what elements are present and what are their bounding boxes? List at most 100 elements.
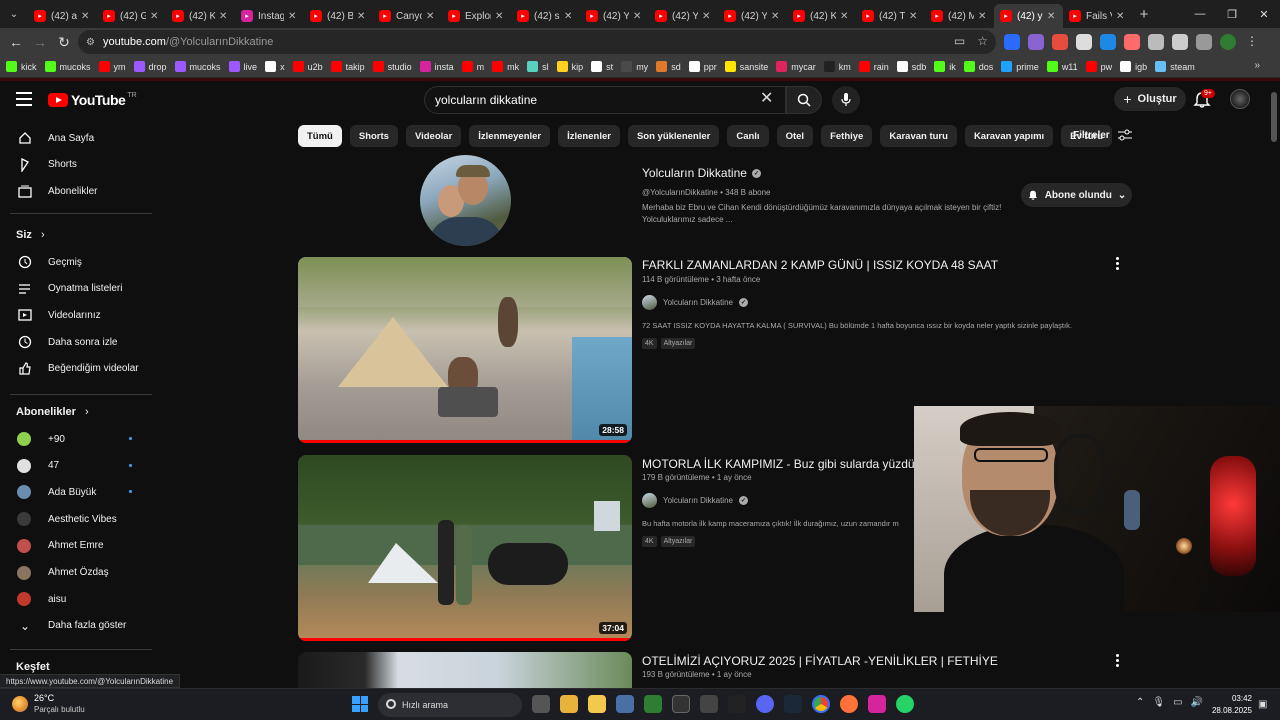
bookmark-item[interactable]: drop	[133, 61, 167, 72]
chrome-icon[interactable]	[812, 695, 830, 713]
filter-chip[interactable]: Karavan turu	[880, 125, 957, 147]
address-bar[interactable]: ⚙ youtube.com/@YolcularınDikkatine ▭ ☆	[78, 30, 996, 54]
bookmark-item[interactable]: insta	[419, 61, 454, 72]
sidebar-item[interactable]: Ana Sayfa	[0, 125, 160, 151]
browser-tab[interactable]: ▸ (42) Yı ✕	[718, 4, 787, 28]
app-icon[interactable]	[700, 695, 718, 713]
extension-icon[interactable]	[1100, 34, 1116, 50]
network-icon[interactable]: ▭	[1173, 697, 1182, 708]
subscribed-button[interactable]: Abone olundu ⌄	[1021, 183, 1132, 207]
channel-description[interactable]: Merhaba biz Ebru ve Cihan Kendi dönüştür…	[642, 202, 1014, 226]
filter-chip[interactable]: Shorts	[349, 125, 398, 147]
browser-tab[interactable]: ▸ (42) G ✕	[97, 4, 166, 28]
sidebar-item[interactable]: +90	[0, 426, 160, 452]
sidebar-item[interactable]: aisu	[0, 586, 160, 612]
sidebar-item[interactable]: Abonelikler	[0, 178, 160, 204]
close-tab-icon[interactable]: ✕	[150, 11, 160, 22]
browser-tab[interactable]: ▸ (42) M ✕	[925, 4, 994, 28]
bookmark-item[interactable]: sansite	[724, 61, 768, 72]
sidebar-subscriptions-heading[interactable]: Abonelikler ›	[16, 406, 89, 418]
browser-tab[interactable]: ▸ Explor ✕	[442, 4, 511, 28]
filters-button[interactable]: Filtreler	[1073, 129, 1132, 141]
extension-icon[interactable]	[1124, 34, 1140, 50]
bookmark-item[interactable]: studio	[372, 61, 412, 72]
new-tab-button[interactable]: +	[1132, 6, 1156, 23]
bookmark-item[interactable]: ppr	[688, 61, 717, 72]
sidebar-item[interactable]: 47	[0, 453, 160, 479]
sidebar-item[interactable]: Geçmiş	[0, 249, 160, 275]
channel-mini-avatar[interactable]	[642, 493, 657, 508]
extension-icon[interactable]	[1004, 34, 1020, 50]
browser-tab[interactable]: ▸ (42) a ✕	[28, 4, 97, 28]
reload-button[interactable]: ↻	[52, 30, 76, 54]
minimize-button[interactable]: —	[1184, 0, 1216, 28]
filter-chip[interactable]: Videolar	[405, 125, 462, 147]
browser-tab[interactable]: ▸ (42) K ✕	[166, 4, 235, 28]
instagram-icon[interactable]	[868, 695, 886, 713]
close-window-button[interactable]: ✕	[1248, 0, 1280, 28]
extension-icon[interactable]	[1076, 34, 1092, 50]
close-tab-icon[interactable]: ✕	[357, 11, 367, 22]
create-button[interactable]: + Oluştur	[1114, 87, 1186, 111]
browser-tab[interactable]: ▸ (42) y ✕	[994, 4, 1063, 28]
bookmark-item[interactable]: ik	[934, 61, 956, 72]
close-tab-icon[interactable]: ✕	[564, 11, 574, 22]
bookmark-item[interactable]: kip	[556, 61, 583, 72]
sidebar-item[interactable]: Shorts	[0, 152, 160, 178]
sidebar-you-heading[interactable]: Siz ›	[16, 229, 45, 241]
browser-tab[interactable]: ▸ (42) Yı ✕	[649, 4, 718, 28]
folder-icon[interactable]	[588, 695, 606, 713]
taskbar-clock[interactable]: 03:42 28.08.2025	[1210, 693, 1252, 717]
extension-icon[interactable]	[1052, 34, 1068, 50]
bookmark-item[interactable]: takip	[330, 61, 365, 72]
firefox-icon[interactable]	[840, 695, 858, 713]
bookmark-item[interactable]: sl	[527, 61, 549, 72]
windows-start-icon[interactable]	[352, 696, 368, 712]
extension-icon[interactable]	[1148, 34, 1164, 50]
sidebar-item[interactable]: Aesthetic Vibes	[0, 506, 160, 532]
video-thumbnail[interactable]: 28:58	[298, 257, 632, 443]
maximize-button[interactable]: ❐	[1216, 0, 1248, 28]
voice-search-button[interactable]	[832, 86, 860, 114]
guide-menu-icon[interactable]	[16, 92, 32, 106]
bookmark-item[interactable]: live	[228, 61, 257, 72]
video-thumbnail[interactable]: 37:04	[298, 455, 632, 641]
bookmark-item[interactable]: rain	[858, 61, 889, 72]
discord-icon[interactable]	[756, 695, 774, 713]
taskbar-search[interactable]: Hızlı arama	[378, 693, 522, 717]
file-explorer-icon[interactable]	[560, 695, 578, 713]
bookmark-item[interactable]: igb	[1120, 61, 1147, 72]
bookmark-item[interactable]: mk	[492, 61, 519, 72]
microphone-icon[interactable]: 🎙	[1152, 697, 1165, 708]
bookmark-item[interactable]: ym	[98, 61, 126, 72]
bookmark-item[interactable]: km	[823, 61, 851, 72]
clear-search-icon[interactable]: ✕	[760, 88, 773, 108]
bookmark-item[interactable]: prime	[1001, 61, 1039, 72]
browser-tab[interactable]: ▸ Fails V ✕	[1063, 4, 1132, 28]
search-button[interactable]	[786, 86, 822, 114]
browser-tab[interactable]: ▸ Canyo ✕	[373, 4, 442, 28]
bookmark-item[interactable]: my	[621, 61, 648, 72]
filter-chip[interactable]: Otel	[776, 125, 814, 147]
sidebar-item[interactable]: Videolarınız	[0, 302, 160, 328]
bookmark-item[interactable]: mucoks	[44, 61, 91, 72]
volume-icon[interactable]: 🔊	[1191, 697, 1203, 708]
bookmark-item[interactable]: steam	[1155, 61, 1195, 72]
channel-name[interactable]: Yolcuların Dikkatine ✓	[642, 166, 761, 180]
close-tab-icon[interactable]: ✕	[978, 11, 988, 22]
channel-avatar[interactable]	[420, 155, 511, 246]
whatsapp-icon[interactable]	[896, 695, 914, 713]
sidebar-item[interactable]: Oynatma listeleri	[0, 276, 160, 302]
video-title[interactable]: FARKLI ZAMANLARDAN 2 KAMP GÜNÜ | ISSIZ K…	[642, 258, 998, 272]
close-tab-icon[interactable]: ✕	[495, 11, 505, 22]
site-info-icon[interactable]: ⚙	[86, 37, 95, 48]
filter-chip[interactable]: İzlenmeyenler	[469, 125, 551, 147]
filter-chip[interactable]: Fethiye	[821, 125, 873, 147]
sidebar-item[interactable]: Ada Büyük	[0, 479, 160, 505]
video-title[interactable]: OTELİMİZİ AÇIYORUZ 2025 | FİYATLAR -YENİ…	[642, 654, 998, 668]
youtube-logo[interactable]: YouTube TR	[48, 92, 137, 108]
bookmark-item[interactable]: m	[461, 61, 484, 72]
filter-chip[interactable]: Karavan yapımı	[964, 125, 1054, 147]
close-tab-icon[interactable]: ✕	[1116, 11, 1126, 22]
close-tab-icon[interactable]: ✕	[633, 11, 643, 22]
